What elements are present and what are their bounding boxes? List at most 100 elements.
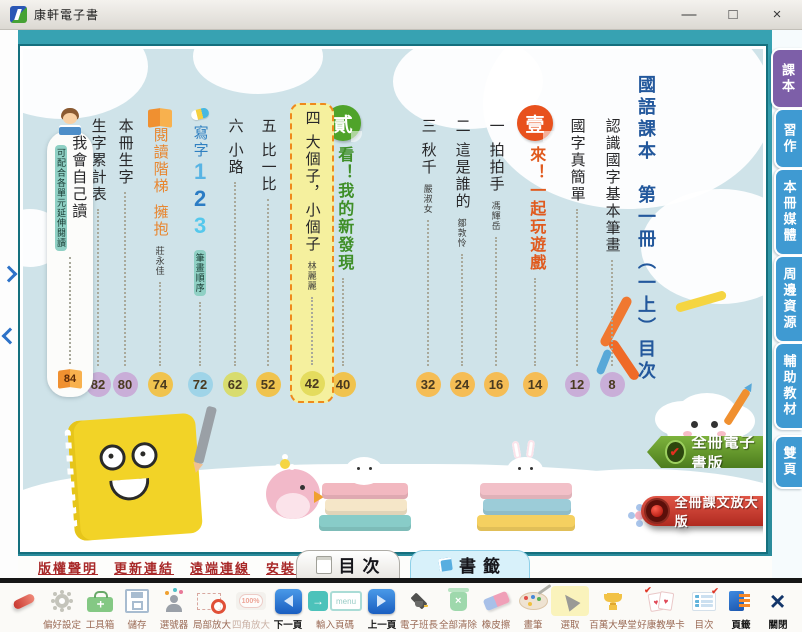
toolbar-next-page-button[interactable]: 下一頁 (270, 586, 307, 631)
page-number-badge: 80 (113, 372, 138, 397)
toc-entry-text: 一拍拍手馮輝岳 (487, 118, 504, 231)
title-bar: 康軒電子書 — □ × (0, 0, 802, 30)
side-tab-6[interactable]: 雙頁 (774, 435, 802, 489)
toolbar-toolbox-button[interactable]: 工具箱 (82, 586, 119, 631)
pencil-icon (723, 388, 751, 426)
toolbar-prev-page-button[interactable]: 上一頁 (363, 586, 400, 631)
toolbar-close-button[interactable]: ×關閉 (759, 586, 796, 631)
banner-full-text-large[interactable]: 全冊課文放大版 (641, 496, 763, 526)
bottom-tab-label: 書籤 (459, 552, 507, 577)
page-canvas: 國語課本 第一冊（一上）目次 (23, 49, 763, 549)
window-title: 康軒電子書 (34, 6, 99, 23)
dotted-leader (495, 237, 497, 366)
close-button[interactable]: × (762, 1, 792, 29)
toc-entry-unit-1[interactable]: 壹來！一起玩遊戲14 (518, 105, 552, 397)
toolbar-quiz-trophy-button[interactable]: 百萬大學堂 (588, 586, 637, 631)
toolbar-laser-pin-button[interactable] (6, 586, 43, 616)
dotted-leader (234, 182, 236, 366)
banner-label: 全冊電子書版 (692, 431, 763, 473)
bunny-on-books (475, 437, 579, 533)
dotted-leader (342, 278, 344, 366)
side-tab-3[interactable]: 本冊媒體 (774, 168, 802, 256)
toc-entry-guozi-simple[interactable]: 國字真簡單12 (560, 118, 594, 397)
toc-tab-icon (316, 556, 332, 574)
toolbar-select-cursor-button[interactable]: 選取 (551, 586, 588, 631)
toolbar-number-picker-button[interactable]: 選號器 (155, 586, 192, 631)
toolbar-label: 關閉 (768, 616, 787, 630)
puppy-on-books (315, 447, 415, 533)
toolbar-label: 選取 (560, 616, 579, 630)
page-number-badge: 24 (450, 372, 475, 397)
toc-entry-lesson-4[interactable]: 四大個子，小個子林麗麗42 (290, 103, 334, 403)
footer-link-1[interactable]: 版權聲明 (38, 558, 98, 577)
toolbar-teaching-cards-button[interactable]: ♥♥✔好康教學卡 (637, 586, 686, 631)
cloud (193, 49, 323, 94)
bottom-toolbar: 偏好設定工具箱儲存選號器局部放大100%四角放大下一頁 →menu輸入頁碼上一頁電… (0, 583, 802, 632)
side-tab-1[interactable]: 課本 (771, 48, 802, 109)
toc-entry-reading-ladder[interactable]: 閱讀階梯擁抱莊永佳74 (143, 109, 177, 397)
eraser-icon (482, 591, 510, 611)
toc-entry-lesson-6[interactable]: 六小路62 (218, 118, 252, 397)
bottom-tab-bookmark[interactable]: 書籤 (410, 550, 530, 578)
toolbar-label: 下一頁 (274, 616, 303, 630)
toc-entry-self-reading[interactable]: 我會自己讀可配合各單元延伸閱讀84 (47, 131, 93, 397)
pencil-icon (193, 406, 217, 465)
toc-entry-note: 可配合各單元延伸閱讀 (55, 145, 67, 251)
maximize-button[interactable]: □ (718, 1, 748, 29)
bottom-tab-toc[interactable]: 目次 (296, 550, 400, 578)
toc-entry-lesson-2[interactable]: 二這是誰的鄒敦怜24 (445, 118, 479, 397)
toc-entry-writing-123[interactable]: 寫字123筆畫順序72 (183, 109, 217, 397)
prev-page-icon (368, 589, 395, 614)
toolbar-toc-list-button[interactable]: ✔目次 (685, 586, 722, 631)
toolbar-label: 全部清除 (439, 616, 477, 630)
side-tab-label: 輔助教材 (780, 354, 799, 418)
toc-entry-text: 寫字123筆畫順序 (187, 125, 212, 296)
toolbar-label: 百萬大學堂 (589, 616, 637, 630)
toc-entry-lesson-3[interactable]: 三秋千嚴淑女32 (411, 118, 445, 397)
toolbar-label: 頁籤 (731, 616, 750, 630)
laser-pin-icon (13, 592, 37, 610)
side-tab-label: 周邊資源 (780, 267, 799, 331)
paint-brush-icon (519, 592, 548, 610)
app-window: 康軒電子書 — □ × (0, 0, 802, 632)
toolbar-eraser-button[interactable]: 橡皮擦 (478, 586, 515, 631)
dotted-leader (199, 302, 201, 366)
footer-link-2[interactable]: 更新連結 (114, 558, 174, 577)
side-tab-4[interactable]: 周邊資源 (774, 255, 802, 343)
dotted-leader (461, 254, 463, 366)
toc-entry-lesson-5[interactable]: 五比一比52 (251, 118, 285, 397)
toolbar-paint-brush-button[interactable]: 畫筆 (515, 586, 552, 631)
side-tab-label: 本冊媒體 (780, 180, 799, 244)
toc-entry-basic-strokes[interactable]: 認識國字基本筆畫8 (595, 118, 629, 397)
toolbar-page-input-button[interactable]: →menu輸入頁碼 (307, 586, 363, 631)
toolbar-page-tabs-button[interactable]: 頁籤 (722, 586, 759, 631)
page-number-badge: 14 (523, 372, 548, 397)
toc-entry-text: 來！一起玩遊戲 (526, 146, 544, 272)
class-leader-icon (408, 591, 430, 611)
toolbar-label: 儲存 (128, 616, 147, 630)
record-circle-icon (644, 498, 670, 524)
toolbar-zoom-area-button[interactable]: 局部放大 (192, 586, 231, 631)
side-tab-5[interactable]: 輔助教材 (774, 342, 802, 430)
toolbar-save-button[interactable]: 儲存 (119, 586, 156, 631)
banner-full-ebook[interactable]: ✔全冊電子書版 (647, 436, 763, 468)
dotted-leader (576, 209, 578, 366)
toc-entry-lesson-1[interactable]: 一拍拍手馮輝岳16 (479, 118, 513, 397)
footer-link-3[interactable]: 遠端連線 (190, 558, 250, 577)
toolbar-class-leader-button[interactable]: 電子班長 (400, 586, 439, 631)
toolbar-zoom-corners-button[interactable]: 100%四角放大 (231, 586, 270, 631)
toc-list-icon: ✔ (692, 592, 716, 611)
toolbar-clear-all-button[interactable]: ×全部清除 (439, 586, 478, 631)
footer-strip: 版權聲明更新連結遠端連線安裝字型 目次書籤 (18, 556, 772, 578)
bottom-tab-label: 目次 (339, 552, 387, 577)
dotted-leader (159, 282, 161, 366)
dotted-leader (267, 199, 269, 366)
toolbar-label: 輸入頁碼 (316, 616, 354, 630)
toolbar-gear-button[interactable]: 偏好設定 (43, 586, 82, 631)
side-tab-2[interactable]: 習作 (774, 108, 802, 169)
toc-entry-text: 三秋千嚴淑女 (419, 118, 436, 214)
page-number-badge: 8 (600, 372, 625, 397)
banner-label: 全冊課文放大版 (675, 492, 763, 530)
minimize-button[interactable]: — (674, 1, 704, 29)
toolbox-icon (87, 597, 113, 612)
